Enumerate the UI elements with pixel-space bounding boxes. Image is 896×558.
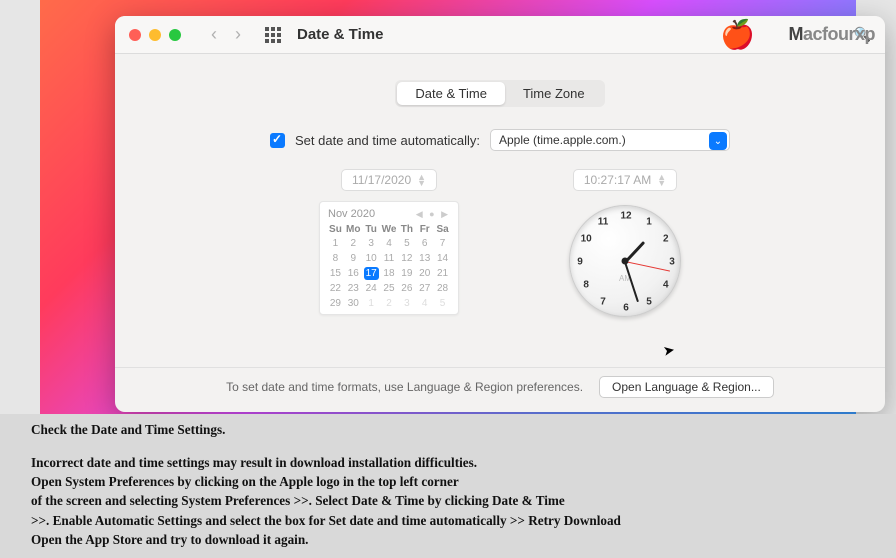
calendar-dow: Su [328, 224, 343, 235]
nav-arrows: ‹ › [211, 24, 241, 45]
stepper-icon[interactable]: ▲▼ [417, 174, 426, 186]
window-title: Date & Time [297, 26, 383, 43]
auto-set-row: Set date and time automatically: Apple (… [115, 129, 885, 151]
all-prefs-icon[interactable] [265, 27, 281, 43]
back-icon[interactable]: ‹ [211, 24, 217, 45]
calendar-day[interactable]: 11 [382, 252, 397, 265]
calendar-day[interactable]: 16 [346, 267, 361, 280]
calendar-day[interactable]: 22 [328, 282, 343, 295]
calendar-day[interactable]: 24 [364, 282, 379, 295]
calendar-day[interactable]: 3 [364, 237, 379, 250]
calendar-day[interactable]: 6 [417, 237, 432, 250]
instructions-line: of the screen and selecting System Prefe… [31, 491, 865, 510]
clock-number: 9 [577, 257, 583, 268]
instructions-line: >>. Enable Automatic Settings and select… [31, 511, 865, 530]
calendar-day[interactable]: 13 [417, 252, 432, 265]
calendar-day[interactable]: 14 [435, 252, 450, 265]
calendar-day[interactable]: 26 [399, 282, 414, 295]
auto-set-checkbox[interactable] [270, 133, 285, 148]
calendar-dow: We [382, 224, 397, 235]
tab-time-zone[interactable]: Time Zone [505, 82, 603, 105]
calendar-dow: Mo [346, 224, 361, 235]
time-stepper[interactable]: 10:27:17 AM ▲▼ [573, 169, 677, 191]
clock-number: 8 [583, 280, 589, 291]
time-value: 10:27:17 AM [584, 173, 651, 187]
clock-number: 5 [646, 296, 652, 307]
calendar-day[interactable]: 20 [417, 267, 432, 280]
clock-number: 1 [646, 217, 652, 228]
analog-clock: AM 121234567891011 [569, 205, 681, 317]
brand-watermark: Macfourxp [788, 24, 875, 45]
instructions-line: Open the App Store and try to download i… [31, 530, 865, 549]
calendar-dow: Sa [435, 224, 450, 235]
calendar-day[interactable]: 3 [399, 297, 414, 310]
date-stepper[interactable]: 11/17/2020 ▲▼ [341, 169, 437, 191]
calendar-day[interactable]: 2 [382, 297, 397, 310]
calendar-day[interactable]: 15 [328, 267, 343, 280]
calendar-day[interactable]: 19 [399, 267, 414, 280]
calendar-day[interactable]: 8 [328, 252, 343, 265]
calendar-day[interactable]: 4 [382, 237, 397, 250]
calendar-nav[interactable]: ◀ ● ▶ [416, 209, 450, 220]
date-time-window: ‹ › Date & Time 🔍 🍎 Macfourxp Date & Tim… [115, 16, 885, 412]
stepper-icon[interactable]: ▲▼ [657, 174, 666, 186]
forward-icon: › [235, 24, 241, 45]
calendar-day[interactable]: 17 [364, 267, 379, 280]
instructions-line: Open System Preferences by clicking on t… [31, 472, 865, 491]
calendar-day[interactable]: 21 [435, 267, 450, 280]
footer-text: To set date and time formats, use Langua… [226, 380, 583, 394]
calendar-day[interactable]: 1 [364, 297, 379, 310]
time-server-value: Apple (time.apple.com.) [499, 133, 626, 147]
calendar-day[interactable]: 30 [346, 297, 361, 310]
clock-number: 11 [598, 217, 609, 228]
calendar-day[interactable]: 18 [382, 267, 397, 280]
footer: To set date and time formats, use Langua… [115, 367, 885, 406]
calendar-day[interactable]: 9 [346, 252, 361, 265]
calendar-dow: Tu [364, 224, 379, 235]
auto-set-label: Set date and time automatically: [295, 133, 480, 148]
clock-center [622, 258, 629, 265]
second-hand [625, 261, 670, 272]
chevron-down-icon[interactable]: ⌄ [709, 132, 727, 150]
close-icon[interactable] [129, 29, 141, 41]
calendar[interactable]: Nov 2020 ◀ ● ▶ SuMoTuWeThFrSa12345678910… [319, 201, 459, 315]
tab-date-time[interactable]: Date & Time [397, 82, 505, 105]
clock-number: 6 [623, 303, 629, 314]
calendar-day[interactable]: 27 [417, 282, 432, 295]
calendar-day[interactable]: 4 [417, 297, 432, 310]
fullscreen-icon[interactable] [169, 29, 181, 41]
calendar-day[interactable]: 10 [364, 252, 379, 265]
apple-logo-colored: 🍎 [720, 18, 755, 51]
calendar-day[interactable]: 7 [435, 237, 450, 250]
calendar-day[interactable]: 23 [346, 282, 361, 295]
clock-number: 7 [600, 296, 606, 307]
date-value: 11/17/2020 [352, 173, 411, 187]
instructions-line: Check the Date and Time Settings. [31, 420, 865, 439]
traffic-lights [129, 29, 181, 41]
calendar-day[interactable]: 28 [435, 282, 450, 295]
cursor-icon: ➤ [662, 341, 677, 360]
calendar-day[interactable]: 29 [328, 297, 343, 310]
clock-number: 2 [663, 234, 669, 245]
minimize-icon[interactable] [149, 29, 161, 41]
clock-number: 4 [663, 280, 669, 291]
open-language-region-button[interactable]: Open Language & Region... [599, 376, 774, 398]
calendar-day[interactable]: 25 [382, 282, 397, 295]
time-server-select[interactable]: Apple (time.apple.com.) ⌄ [490, 129, 730, 151]
calendar-day[interactable]: 5 [399, 237, 414, 250]
tab-bar: Date & Time Time Zone [115, 80, 885, 107]
calendar-day[interactable]: 1 [328, 237, 343, 250]
clock-number: 10 [581, 234, 592, 245]
clock-number: 3 [669, 257, 675, 268]
calendar-dow: Fr [417, 224, 432, 235]
instructions-line: Incorrect date and time settings may res… [31, 453, 865, 472]
titlebar: ‹ › Date & Time 🔍 🍎 Macfourxp [115, 16, 885, 54]
calendar-day[interactable]: 2 [346, 237, 361, 250]
instructions-panel: Check the Date and Time Settings. Incorr… [0, 414, 896, 558]
calendar-day[interactable]: 12 [399, 252, 414, 265]
calendar-dow: Th [399, 224, 414, 235]
calendar-month: Nov 2020 [328, 208, 375, 220]
calendar-day[interactable]: 5 [435, 297, 450, 310]
clock-number: 12 [620, 211, 631, 222]
